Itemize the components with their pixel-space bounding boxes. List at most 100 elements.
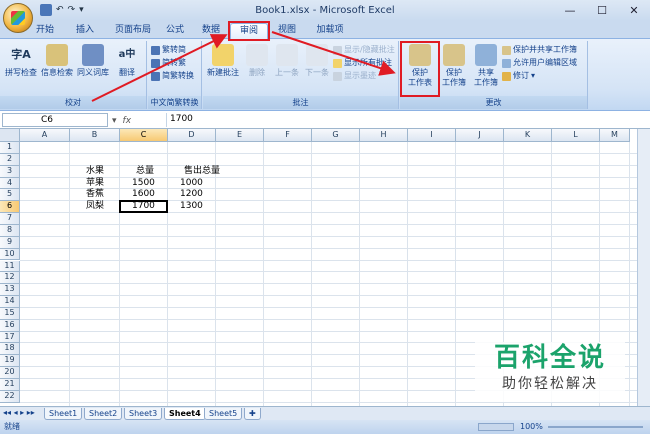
simp-to-trad-icon xyxy=(151,58,160,68)
vertical-scrollbar[interactable] xyxy=(637,129,650,406)
column-header-F[interactable]: F xyxy=(264,129,312,142)
show-all-comments-button[interactable]: 显示所有批注 xyxy=(333,58,392,68)
thesaurus-button[interactable]: 同义词库 xyxy=(76,44,110,78)
column-header-L[interactable]: L xyxy=(552,129,600,142)
select-all-corner[interactable] xyxy=(0,129,20,142)
office-button[interactable] xyxy=(3,3,33,33)
row-header-3[interactable]: 3 xyxy=(0,165,20,178)
cell-C3[interactable]: 总量 xyxy=(136,166,154,177)
sheet-nav-icons[interactable]: ◂◂ ◂ ▸ ▸▸ xyxy=(3,408,35,417)
column-header-B[interactable]: B xyxy=(70,129,120,142)
row-header-16[interactable]: 16 xyxy=(0,319,20,332)
delete-comment-button[interactable]: 删除 xyxy=(243,44,271,78)
share-workbook-button[interactable]: 共享 工作簿 xyxy=(470,44,502,88)
row-header-12[interactable]: 12 xyxy=(0,272,20,285)
cell-B6[interactable]: 凤梨 xyxy=(86,201,104,212)
cell-D4[interactable]: 1000 xyxy=(180,178,203,189)
sheet-tab-1[interactable]: Sheet2 xyxy=(84,408,123,420)
cell-D5[interactable]: 1200 xyxy=(180,189,203,200)
active-cell-border xyxy=(119,200,168,214)
tab-4[interactable]: 数据 xyxy=(196,23,226,39)
cell-B4[interactable]: 苹果 xyxy=(86,178,104,189)
tab-2[interactable]: 页面布局 xyxy=(108,23,158,39)
maximize-button[interactable]: ☐ xyxy=(586,0,618,21)
name-box[interactable]: C6 xyxy=(2,113,108,127)
tab-7[interactable]: 加载项 xyxy=(310,23,350,39)
tab-6[interactable]: 视图 xyxy=(272,23,302,39)
column-header-D[interactable]: D xyxy=(168,129,216,142)
research-button[interactable]: 信息检索 xyxy=(40,44,74,78)
column-header-C[interactable]: C xyxy=(120,129,168,142)
cell-B3[interactable]: 水果 xyxy=(86,166,104,177)
column-header-I[interactable]: I xyxy=(408,129,456,142)
view-buttons[interactable] xyxy=(478,423,514,431)
sheet-tab-2[interactable]: Sheet3 xyxy=(124,408,163,420)
tab-1[interactable]: 插入 xyxy=(70,23,100,39)
cell-D6[interactable]: 1300 xyxy=(180,201,203,212)
insert-sheet-icon[interactable]: ✚ xyxy=(244,408,261,420)
chinese-convert-button[interactable]: 简繁转换 xyxy=(151,71,194,81)
trad-to-simp-button[interactable]: 繁转简 xyxy=(151,45,186,55)
next-comment-button[interactable]: 下一条 xyxy=(303,44,331,78)
cell-C4[interactable]: 1500 xyxy=(132,178,155,189)
row-header-20[interactable]: 20 xyxy=(0,367,20,379)
column-header-H[interactable]: H xyxy=(360,129,408,142)
fx-icon[interactable]: fx xyxy=(123,116,132,126)
track-changes-button[interactable]: 修订 ▾ xyxy=(502,71,535,81)
tab-0[interactable]: 开始 xyxy=(30,23,60,39)
row-header-22[interactable]: 22 xyxy=(0,390,20,403)
minimize-button[interactable]: — xyxy=(554,0,586,21)
research-icon xyxy=(46,44,68,66)
row-header-4[interactable]: 4 xyxy=(0,177,20,190)
protect-workbook-button[interactable]: 保护 工作簿 xyxy=(438,44,470,88)
row-header-5[interactable]: 5 xyxy=(0,189,20,202)
column-header-J[interactable]: J xyxy=(456,129,504,142)
col-gridline xyxy=(629,142,630,406)
column-header-G[interactable]: G xyxy=(312,129,360,142)
protect-share-workbook-button[interactable]: 保护并共享工作簿 xyxy=(502,45,577,55)
row-header-10[interactable]: 10 xyxy=(0,248,20,261)
row-header-15[interactable]: 15 xyxy=(0,307,20,320)
cell-C5[interactable]: 1600 xyxy=(132,189,155,200)
show-ink-button[interactable]: 显示墨迹 xyxy=(333,71,376,81)
name-box-dropdown-icon[interactable]: ▾ xyxy=(112,116,117,126)
zoom-level[interactable]: 100% xyxy=(520,420,543,434)
row-header-11[interactable]: 11 xyxy=(0,260,20,273)
row-header-6[interactable]: 6 xyxy=(0,201,20,214)
row-header-18[interactable]: 18 xyxy=(0,343,20,356)
sheet-tab-4[interactable]: Sheet5 xyxy=(204,408,243,420)
prev-comment-button[interactable]: 上一条 xyxy=(273,44,301,78)
new-comment-button[interactable]: 新建批注 xyxy=(206,44,240,78)
simp-to-trad-button[interactable]: 简转繁 xyxy=(151,58,186,68)
row-header-2[interactable]: 2 xyxy=(0,153,20,166)
tab-3[interactable]: 公式 xyxy=(160,23,190,39)
sheet-tab-3[interactable]: Sheet4 xyxy=(164,408,206,420)
zoom-slider[interactable] xyxy=(548,426,643,428)
spell-check-button[interactable]: 字A 拼写检查 xyxy=(4,44,38,78)
row-header-13[interactable]: 13 xyxy=(0,284,20,297)
ribbon: 字A 拼写检查 信息检索 同义词库 a中 翻译 校对 繁转简 简转繁 简繁转换 中文… xyxy=(0,39,650,111)
column-header-M[interactable]: M xyxy=(600,129,630,142)
formula-input[interactable]: 1700 xyxy=(166,113,646,127)
column-header-E[interactable]: E xyxy=(216,129,264,142)
sheet-tab-0[interactable]: Sheet1 xyxy=(44,408,83,420)
row-header-21[interactable]: 21 xyxy=(0,379,20,391)
delete-comment-icon xyxy=(246,44,268,66)
cell-B5[interactable]: 香蕉 xyxy=(86,189,104,200)
cell-D3[interactable]: 售出总量 xyxy=(184,166,220,177)
row-header-8[interactable]: 8 xyxy=(0,224,20,237)
row-header-14[interactable]: 14 xyxy=(0,296,20,308)
allow-edit-ranges-button[interactable]: 允许用户编辑区域 xyxy=(502,58,577,68)
row-header-1[interactable]: 1 xyxy=(0,142,20,154)
col-gridline xyxy=(69,142,70,406)
column-header-A[interactable]: A xyxy=(20,129,70,142)
column-header-K[interactable]: K xyxy=(504,129,552,142)
row-header-17[interactable]: 17 xyxy=(0,331,20,344)
row-header-7[interactable]: 7 xyxy=(0,213,20,225)
row-header-19[interactable]: 19 xyxy=(0,355,20,368)
row-header-9[interactable]: 9 xyxy=(0,236,20,249)
show-hide-comment-button[interactable]: 显示/隐藏批注 xyxy=(333,45,395,55)
close-button[interactable]: ✕ xyxy=(618,0,650,21)
translate-button[interactable]: a中 翻译 xyxy=(112,44,142,78)
sheet-tab-bar: ◂◂ ◂ ▸ ▸▸ Sheet1 Sheet2 Sheet3 Sheet4 Sheet5… xyxy=(0,406,650,420)
